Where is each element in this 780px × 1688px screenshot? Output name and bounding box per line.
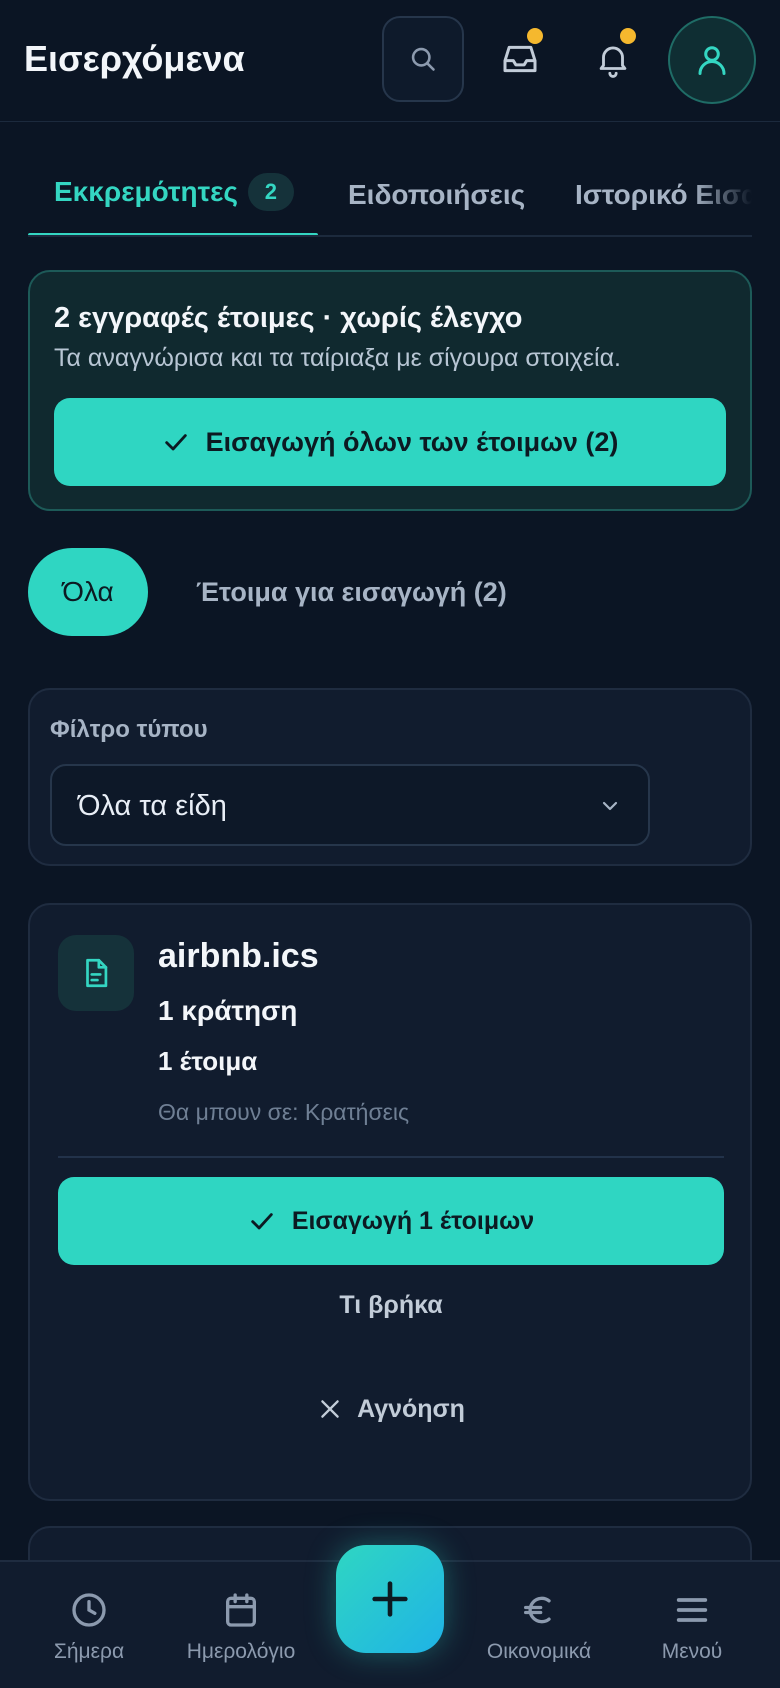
- nav-finance-label: Οικονομικά: [486, 1640, 592, 1663]
- nav-today-label: Σήμερα: [53, 1640, 125, 1663]
- nav-calendar-label: Ημερολόγιο: [186, 1640, 296, 1663]
- page-title: Εισερχόμενα: [24, 38, 245, 79]
- close-icon: [321, 1400, 339, 1418]
- ready-entries-banner: 2 εγγραφές έτοιμες · χωρίς έλεγχο Τα ανα…: [28, 270, 752, 511]
- tab-pending-label: Εκκρεμότητες: [54, 176, 238, 207]
- file-icon-tile: [58, 935, 134, 1011]
- divider: [58, 1156, 724, 1158]
- bell-icon: [599, 46, 627, 78]
- file-name: airbnb.ics: [158, 937, 319, 975]
- tab-pending-count-badge: 2: [247, 173, 294, 211]
- calendar-icon: [226, 1593, 256, 1627]
- bell-notification-dot: [620, 28, 636, 44]
- what-i-found-button[interactable]: Τι βρήκα: [58, 1275, 724, 1335]
- import-all-ready-label: Εισαγωγή όλων των έτοιμων (2): [205, 426, 619, 457]
- inbox-button[interactable]: [479, 16, 561, 102]
- check-icon: [251, 1213, 273, 1230]
- inbox-icon: [503, 45, 537, 73]
- plus-icon: [372, 1581, 408, 1617]
- active-tab-indicator: [28, 233, 318, 235]
- nav-menu-label: Μενού: [661, 1640, 723, 1663]
- search-icon: [411, 47, 435, 71]
- type-filter-card: Φίλτρο τύπου Όλα τα είδη: [28, 688, 752, 866]
- notifications-button[interactable]: [572, 16, 654, 102]
- ready-banner-title: 2 εγγραφές έτοιμες · χωρίς έλεγχο: [54, 302, 523, 334]
- nav-menu[interactable]: Μενού: [617, 1590, 767, 1664]
- ignore-label: Αγνόηση: [357, 1394, 465, 1423]
- euro-icon: [524, 1596, 551, 1624]
- type-filter-select[interactable]: Όλα τα είδη: [50, 764, 650, 846]
- clock-icon: [72, 1593, 106, 1627]
- tab-notifications-label: Ειδοποιήσεις: [348, 179, 526, 210]
- check-icon: [164, 434, 187, 451]
- inbox-tabs: Εκκρεμότητες 2 Ειδοποιήσεις Ιστορικό Εισ…: [28, 165, 752, 237]
- document-icon: [86, 958, 108, 988]
- hamburger-menu-icon: [676, 1598, 708, 1622]
- ignore-button[interactable]: Αγνόηση: [58, 1379, 724, 1439]
- import-ready-button[interactable]: Εισαγωγή 1 έτοιμων: [58, 1177, 724, 1265]
- ready-banner-subtitle: Τα αναγνώρισα και τα ταίριαξα με σίγουρα…: [54, 344, 622, 372]
- nav-today[interactable]: Σήμερα: [14, 1590, 164, 1664]
- file-record-count: 1 κράτηση: [158, 995, 298, 1026]
- tab-notifications[interactable]: Ειδοποιήσεις: [348, 179, 525, 211]
- search-button[interactable]: [382, 16, 464, 102]
- file-destination: Θα μπουν σε: Κρατήσεις: [158, 1099, 410, 1125]
- import-all-ready-button[interactable]: Εισαγωγή όλων των έτοιμων (2): [54, 398, 726, 486]
- nav-calendar[interactable]: Ημερολόγιο: [166, 1590, 316, 1664]
- user-icon: [698, 46, 726, 75]
- file-ready-count: 1 έτοιμα: [158, 1046, 258, 1076]
- chevron-down-icon: [602, 801, 618, 811]
- inbox-notification-dot: [527, 28, 543, 44]
- type-filter-label: Φίλτρο τύπου: [50, 716, 208, 743]
- profile-avatar-button[interactable]: [668, 16, 756, 104]
- top-bar: Εισερχόμενα: [0, 0, 780, 122]
- chip-ready-to-import[interactable]: Έτοιμα για εισαγωγή (2): [196, 548, 507, 636]
- import-file-card: airbnb.ics 1 κράτηση 1 έτοιμα Θα μπουν σ…: [28, 903, 752, 1501]
- add-button[interactable]: [336, 1545, 444, 1653]
- tab-pending[interactable]: Εκκρεμότητες 2: [54, 173, 294, 211]
- nav-finance[interactable]: Οικονομικά: [464, 1590, 614, 1664]
- type-filter-selected-value: Όλα τα είδη: [78, 790, 227, 822]
- filter-chips: Όλα Έτοιμα για εισαγωγή (2): [28, 548, 752, 636]
- chip-all[interactable]: Όλα: [28, 548, 148, 636]
- tabs-scroll-fade: [692, 165, 752, 235]
- import-ready-label: Εισαγωγή 1 έτοιμων: [291, 1206, 535, 1235]
